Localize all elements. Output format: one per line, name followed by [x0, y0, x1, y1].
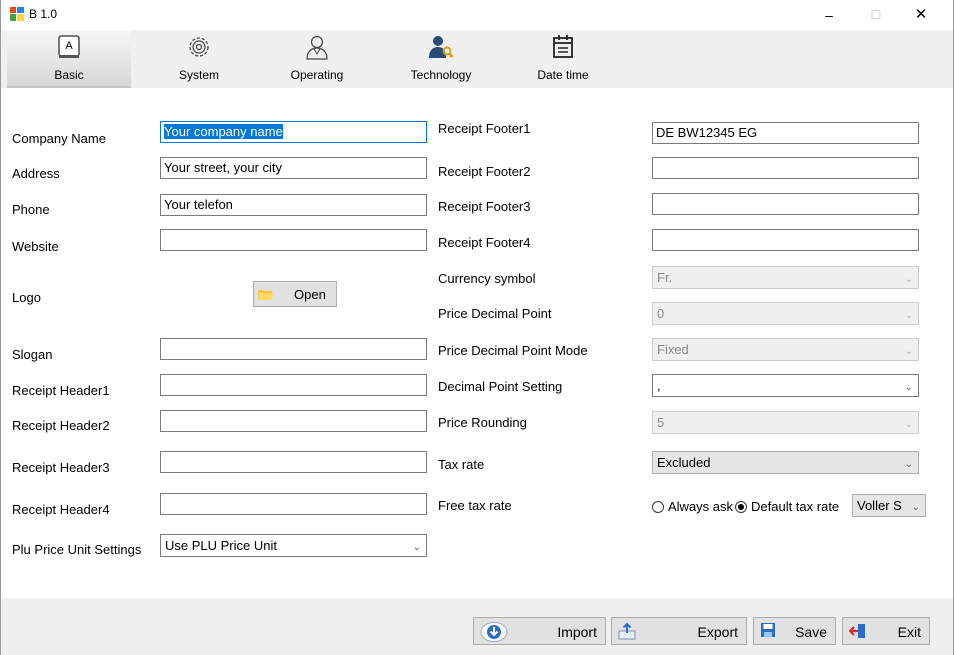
chevron-down-icon: ⌄ — [904, 274, 913, 285]
phone-input[interactable]: Your telefon — [160, 194, 427, 216]
open-label: Open — [294, 287, 326, 302]
price-decimal-point-mode-select[interactable]: Fixed ⌄ — [652, 338, 919, 361]
exit-label: Exit — [897, 624, 921, 640]
tab-system[interactable]: System — [151, 30, 247, 88]
currency-symbol-select[interactable]: Fr. ⌄ — [652, 266, 919, 289]
chevron-down-icon: ⌄ — [904, 459, 913, 470]
tab-operating[interactable]: Operating — [269, 30, 365, 88]
maximize-button[interactable]: ☐ — [856, 3, 896, 27]
slogan-label: Slogan — [12, 347, 53, 362]
receipt-header2-input[interactable] — [160, 410, 427, 432]
radio-circle-selected — [735, 501, 747, 513]
receipt-header1-label: Receipt Header1 — [12, 383, 110, 398]
user-key-icon — [429, 36, 454, 58]
chevron-down-icon: ⌄ — [904, 382, 913, 393]
chevron-down-icon: ⌄ — [412, 542, 421, 553]
address-label: Address — [12, 166, 60, 181]
key-glyph: A — [65, 40, 73, 52]
keyboard-key-icon: A — [58, 35, 80, 58]
free-tax-rate-label: Free tax rate — [438, 498, 512, 513]
upload-icon — [618, 622, 636, 640]
website-input[interactable] — [160, 229, 427, 251]
receipt-footer3-input[interactable] — [652, 193, 919, 215]
chevron-down-icon: ⌄ — [904, 419, 913, 430]
export-button[interactable]: Export — [611, 617, 747, 645]
close-button[interactable]: ✕ — [901, 3, 941, 27]
company-name-label: Company Name — [12, 131, 106, 146]
price-rounding-select[interactable]: 5 ⌄ — [652, 411, 919, 434]
radio-circle — [652, 501, 664, 513]
floppy-disk-icon — [761, 623, 775, 637]
tab-label: Date time — [537, 68, 589, 82]
receipt-footer3-label: Receipt Footer3 — [438, 199, 531, 214]
currency-symbol-label: Currency symbol — [438, 271, 536, 286]
tab-technology[interactable]: Technology — [391, 30, 491, 88]
download-icon — [480, 622, 508, 642]
receipt-header1-input[interactable] — [160, 374, 427, 396]
tax-rate-select[interactable]: Excluded ⌄ — [652, 451, 919, 474]
import-label: Import — [557, 624, 597, 640]
slogan-input[interactable] — [160, 338, 427, 360]
receipt-footer2-input[interactable] — [652, 157, 919, 179]
toolbar: A Basic System Operating Technology Date… — [1, 30, 953, 88]
receipt-header4-label: Receipt Header4 — [12, 502, 110, 517]
export-label: Export — [697, 624, 738, 640]
decimal-point-setting-label: Decimal Point Setting — [438, 379, 563, 394]
tab-label: System — [178, 68, 219, 82]
price-decimal-point-mode-label: Price Decimal Point Mode — [438, 343, 588, 358]
receipt-header3-input[interactable] — [160, 451, 427, 473]
price-rounding-label: Price Rounding — [438, 415, 527, 430]
window-title: B 1.0 — [29, 7, 58, 21]
plu-price-unit-select[interactable]: Use PLU Price Unit ⌄ — [160, 534, 427, 557]
calendar-icon — [553, 35, 573, 58]
receipt-footer4-input[interactable] — [652, 229, 919, 251]
receipt-footer2-label: Receipt Footer2 — [438, 164, 531, 179]
tab-label: Basic — [54, 68, 84, 82]
import-button[interactable]: Import — [473, 617, 606, 645]
chevron-down-icon: ⌄ — [904, 346, 913, 357]
receipt-footer1-label: Receipt Footer1 — [438, 121, 531, 136]
receipt-footer1-input[interactable]: DE BW12345 EG — [652, 122, 919, 144]
bottom-bar: Import Export Save Exit — [1, 598, 953, 655]
tab-label: Operating — [290, 68, 344, 82]
settings-form: Company Name Your company name Address Y… — [1, 88, 953, 598]
chevron-down-icon: ⌄ — [904, 310, 913, 321]
logo-open-button[interactable]: Open — [253, 281, 337, 307]
price-decimal-point-select[interactable]: 0 ⌄ — [652, 302, 919, 325]
always-ask-radio[interactable]: Always ask — [652, 499, 733, 514]
exit-door-icon — [849, 624, 865, 638]
default-tax-rate-radio[interactable]: Default tax rate — [735, 499, 839, 514]
tab-basic[interactable]: A Basic — [7, 30, 131, 88]
receipt-footer4-label: Receipt Footer4 — [438, 235, 531, 250]
address-input[interactable]: Your street, your city — [160, 157, 427, 179]
title-bar: B 1.0 – ☐ ✕ — [1, 0, 953, 30]
save-label: Save — [795, 624, 827, 640]
logo-label: Logo — [12, 290, 41, 305]
minimize-button[interactable]: – — [809, 3, 849, 27]
default-tax-rate-select[interactable]: Voller S ⌄ — [852, 494, 926, 517]
gear-icon — [189, 37, 209, 57]
price-decimal-point-label: Price Decimal Point — [438, 306, 552, 321]
receipt-header3-label: Receipt Header3 — [12, 460, 110, 475]
receipt-header4-input[interactable] — [160, 493, 427, 515]
company-name-input[interactable]: Your company name — [160, 121, 427, 143]
website-label: Website — [12, 239, 59, 254]
save-button[interactable]: Save — [753, 617, 836, 645]
phone-label: Phone — [12, 202, 50, 217]
user-icon — [306, 35, 328, 60]
app-icon — [10, 7, 24, 21]
tab-date-time[interactable]: Date time — [515, 30, 611, 88]
app-window: B 1.0 – ☐ ✕ A Basic System Operating Tec… — [0, 0, 954, 655]
exit-button[interactable]: Exit — [842, 617, 930, 645]
tab-label: Technology — [410, 68, 472, 82]
chevron-down-icon: ⌄ — [911, 502, 920, 513]
plu-price-unit-label: Plu Price Unit Settings — [12, 542, 142, 557]
tax-rate-label: Tax rate — [438, 457, 485, 472]
decimal-point-setting-select[interactable]: , ⌄ — [652, 374, 919, 397]
receipt-header2-label: Receipt Header2 — [12, 418, 110, 433]
folder-icon — [258, 290, 273, 300]
